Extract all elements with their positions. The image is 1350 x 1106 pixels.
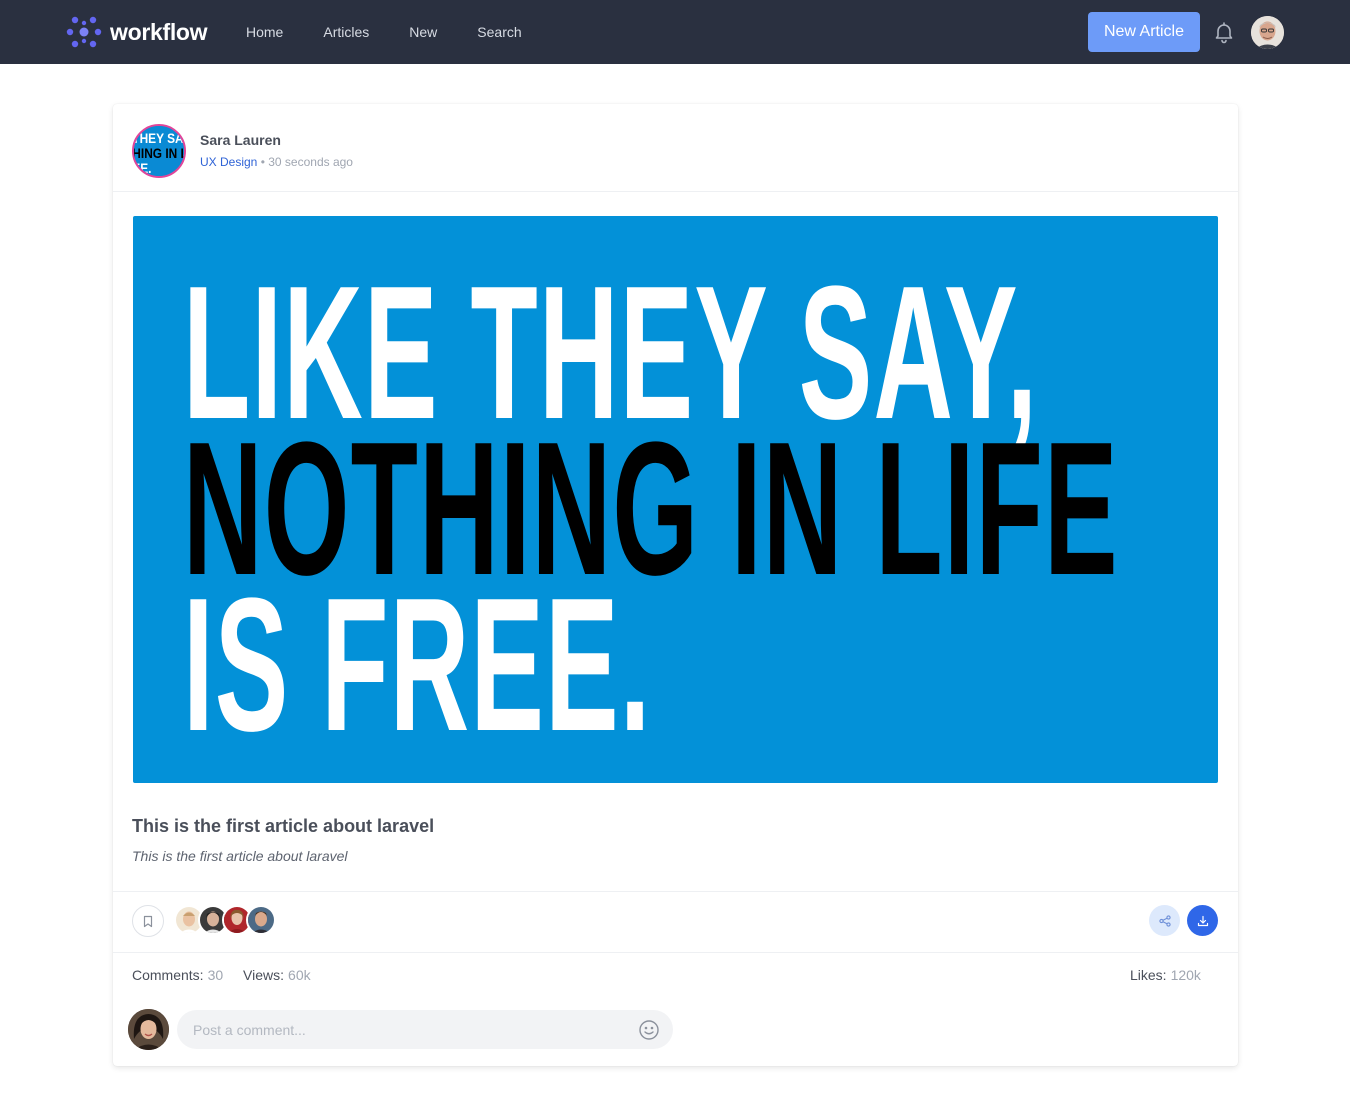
bookmark-button[interactable] (132, 905, 164, 937)
nav-link-new[interactable]: New (409, 24, 437, 40)
likes-count: 120k (1170, 967, 1201, 983)
nav-links: Home Articles New Search (246, 0, 562, 64)
author-avatar-image: THEY SAY HING IN LI EE. (134, 126, 184, 176)
author-meta: UX Design • 30 seconds ago (200, 155, 353, 169)
nav-actions: New Article (1087, 12, 1284, 52)
new-article-button[interactable]: New Article (1087, 12, 1200, 52)
commenter-avatar-image (128, 1009, 169, 1050)
category-link[interactable]: UX Design (200, 155, 257, 169)
user-avatar[interactable] (1251, 15, 1284, 49)
smiley-icon[interactable] (638, 1019, 660, 1041)
views-label: Views: (243, 967, 285, 983)
bookmark-icon (143, 915, 153, 927)
brand-logo[interactable]: workflow (66, 14, 208, 50)
likes-label: Likes: (1130, 967, 1167, 983)
svg-text:THEY SAY: THEY SAY (134, 130, 184, 146)
card-header: THEY SAY HING IN LI EE. Sara Lauren UX D… (113, 104, 1238, 192)
comment-box (177, 1010, 673, 1049)
svg-text:EE.: EE. (134, 160, 151, 176)
download-button[interactable] (1187, 905, 1218, 936)
liker-avatar[interactable] (246, 905, 276, 935)
share-icon (1158, 914, 1171, 927)
nav-link-home[interactable]: Home (246, 24, 283, 40)
share-button[interactable] (1149, 905, 1180, 936)
download-icon (1197, 915, 1208, 926)
comment-input[interactable] (193, 1010, 633, 1049)
article-hero-image: LIKE THEY SAY, NOTHING IN LIFE IS FREE. (133, 216, 1218, 783)
svg-text:HING IN LI: HING IN LI (134, 145, 184, 161)
article-stats: Comments: 30 Views: 60k (132, 967, 327, 983)
commenter-avatar (128, 1009, 169, 1050)
comments-label: Comments: (132, 967, 204, 983)
author-avatar[interactable]: THEY SAY HING IN LI EE. (132, 124, 186, 178)
likes-stat: Likes: 120k (1130, 967, 1201, 983)
brand-name: workflow (110, 18, 208, 45)
meta-separator: • (260, 155, 265, 169)
top-navbar: workflow Home Articles New Search New Ar… (0, 0, 1350, 64)
article-title[interactable]: This is the first article about laravel (132, 816, 434, 837)
comments-count: 30 (207, 967, 224, 983)
nav-link-search[interactable]: Search (477, 24, 521, 40)
liker-avatar-image (248, 907, 274, 933)
liker-avatars (174, 905, 276, 935)
views-count: 60k (288, 967, 311, 983)
logo-icon (66, 16, 102, 48)
article-card: THEY SAY HING IN LI EE. Sara Lauren UX D… (113, 104, 1238, 1066)
bell-icon[interactable] (1212, 20, 1236, 44)
action-bar (113, 891, 1238, 953)
article-excerpt: This is the first article about laravel (132, 848, 348, 864)
nav-link-articles[interactable]: Articles (323, 24, 369, 40)
user-avatar-image (1251, 15, 1284, 49)
hero-line-3: IS FREE. (183, 559, 652, 771)
post-time: 30 seconds ago (268, 155, 353, 169)
author-name[interactable]: Sara Lauren (200, 132, 281, 148)
